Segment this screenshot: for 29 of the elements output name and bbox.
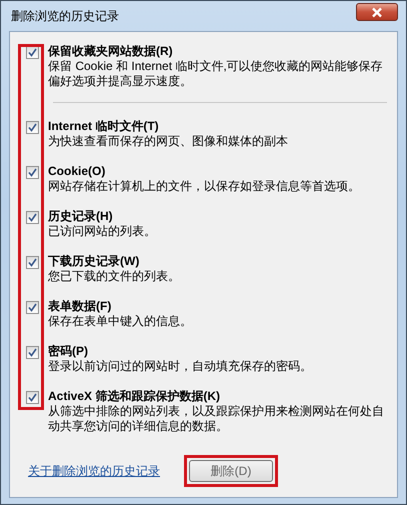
option-label: 下载历史记录(W): [48, 254, 140, 269]
option-description: 网站存储在计算机上的文件，以保存如登录信息等首选项。: [48, 179, 360, 194]
checkbox[interactable]: [26, 121, 39, 134]
delete-button[interactable]: 删除(D): [189, 460, 273, 482]
close-button[interactable]: [356, 3, 398, 21]
option-label: 保留收藏夹网站数据(R): [48, 44, 174, 59]
checkbox[interactable]: [26, 166, 39, 179]
checkbox[interactable]: [26, 391, 39, 404]
window-title: 删除浏览的历史记录: [11, 8, 119, 24]
checkbox[interactable]: [26, 256, 39, 269]
close-icon: [371, 6, 383, 18]
option-description: 为快速查看而保存的网页、图像和媒体的副本: [48, 134, 288, 149]
option-description: 保存在表单中键入的信息。: [48, 314, 192, 329]
option-label: Cookie(O): [48, 164, 106, 179]
option-description: 从筛选中排除的网站列表，以及跟踪保护用来检测网站在何处自动共享您访问的详细信息的数据。: [48, 404, 385, 434]
option-label: 密码(P): [48, 344, 89, 359]
option-label: Internet 临时文件(T): [48, 119, 160, 134]
option-description: 已访问网站的列表。: [48, 224, 156, 239]
option-label: ActiveX 筛选和跟踪保护数据(K): [48, 389, 222, 404]
checkbox[interactable]: [26, 346, 39, 359]
checkbox[interactable]: [26, 46, 39, 59]
option-description: 登录以前访问过的网站时，自动填充保存的密码。: [48, 359, 312, 374]
checkbox[interactable]: [26, 211, 39, 224]
help-link[interactable]: 关于删除浏览的历史记录: [28, 462, 160, 480]
option-description: 保留 Cookie 和 Internet 临时文件,可以使您收藏的网站能够保存偏好选项并提高显示速度。: [48, 59, 384, 89]
option-label: 表单数据(F): [48, 299, 112, 314]
checkbox[interactable]: [26, 301, 39, 314]
option-label: 历史记录(H): [48, 209, 114, 224]
option-description: 您已下载的文件的列表。: [48, 269, 180, 284]
